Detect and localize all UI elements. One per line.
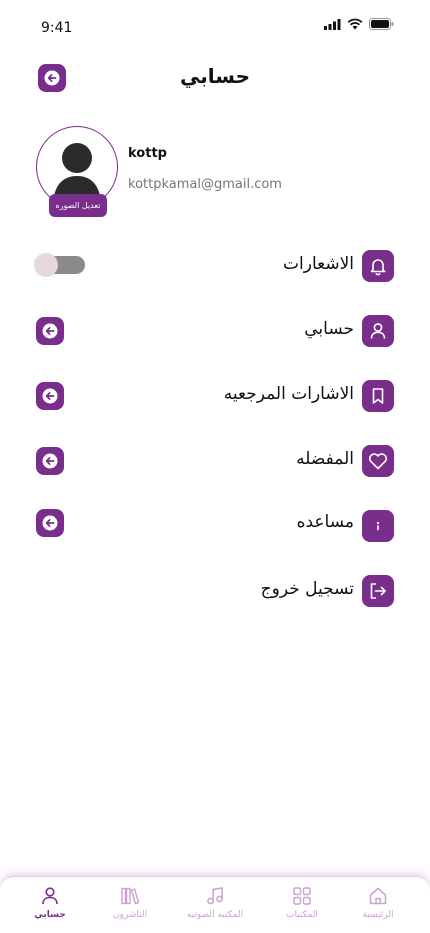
menu-item-bookmarks[interactable]: الاشارات المرجعيه <box>0 380 430 414</box>
menu-item-notifications[interactable]: الاشعارات <box>0 250 430 284</box>
status-time: 9:41 <box>41 20 73 36</box>
user-icon <box>42 887 58 905</box>
menu-icon-wrap <box>362 250 394 282</box>
bookmarks-arrow-button[interactable] <box>36 382 64 410</box>
bookmark-icon <box>372 388 384 404</box>
nav-label: الناشرون <box>112 910 148 920</box>
nav-home[interactable]: الرئيسية <box>338 883 418 929</box>
nav-account[interactable]: حسابي <box>10 883 90 929</box>
nav-label: الرئيسية <box>362 910 394 920</box>
bottom-nav: الرئيسية المكتبات المكتبه الصوتيه الناشر… <box>0 876 430 933</box>
edit-photo-button[interactable]: تعديل الصوره <box>49 194 107 217</box>
arrow-left-icon <box>42 388 58 404</box>
notifications-toggle[interactable] <box>34 253 85 277</box>
menu-icon-wrap <box>362 510 394 542</box>
status-icons <box>324 18 394 30</box>
home-icon <box>369 887 387 905</box>
user-email: kottpkamal@gmail.com <box>128 177 282 192</box>
menu-item-logout[interactable]: تسجيل خروج <box>0 575 430 609</box>
favorites-arrow-button[interactable] <box>36 447 64 475</box>
nav-libraries[interactable]: المكتبات <box>262 883 342 929</box>
account-arrow-button[interactable] <box>36 317 64 345</box>
page-title: حسابي <box>179 64 251 88</box>
arrow-left-icon <box>42 515 58 531</box>
user-icon <box>370 323 386 339</box>
nav-label: المكتبات <box>285 910 319 920</box>
signal-icon <box>324 18 341 30</box>
wifi-icon <box>347 18 363 30</box>
grid-icon <box>293 887 311 905</box>
menu-icon-wrap <box>362 445 394 477</box>
nav-label: حسابي <box>34 910 66 920</box>
menu-label: المفضله <box>296 449 354 469</box>
menu-label: حسابي <box>304 319 354 339</box>
logout-icon <box>370 583 386 599</box>
nav-audio-library[interactable]: المكتبه الصوتيه <box>175 883 255 929</box>
menu-label: مساعده <box>296 512 354 532</box>
menu-icon-wrap <box>362 315 394 347</box>
books-icon <box>121 887 140 905</box>
menu-icon-wrap <box>362 575 394 607</box>
menu-item-help[interactable]: مساعده <box>0 508 430 542</box>
toggle-knob <box>34 253 58 277</box>
status-bar: 9:41 <box>0 0 430 50</box>
menu-item-account[interactable]: حسابي <box>0 315 430 349</box>
user-name: kottp <box>128 146 167 161</box>
heart-icon <box>368 453 388 470</box>
menu-label: الاشارات المرجعيه <box>223 384 354 404</box>
nav-label: المكتبه الصوتيه <box>186 910 244 920</box>
nav-publishers[interactable]: الناشرون <box>90 883 170 929</box>
menu-label: الاشعارات <box>283 254 354 274</box>
header: حسابي <box>0 60 430 96</box>
menu-icon-wrap <box>362 380 394 412</box>
music-note-icon <box>207 887 223 905</box>
info-icon <box>376 521 380 531</box>
help-arrow-button[interactable] <box>36 509 64 537</box>
menu-label: تسجيل خروج <box>260 579 354 599</box>
battery-icon <box>369 18 394 30</box>
menu-item-favorites[interactable]: المفضله <box>0 445 430 479</box>
bell-icon <box>370 259 386 276</box>
arrow-left-icon <box>42 453 58 469</box>
arrow-left-icon <box>42 323 58 339</box>
